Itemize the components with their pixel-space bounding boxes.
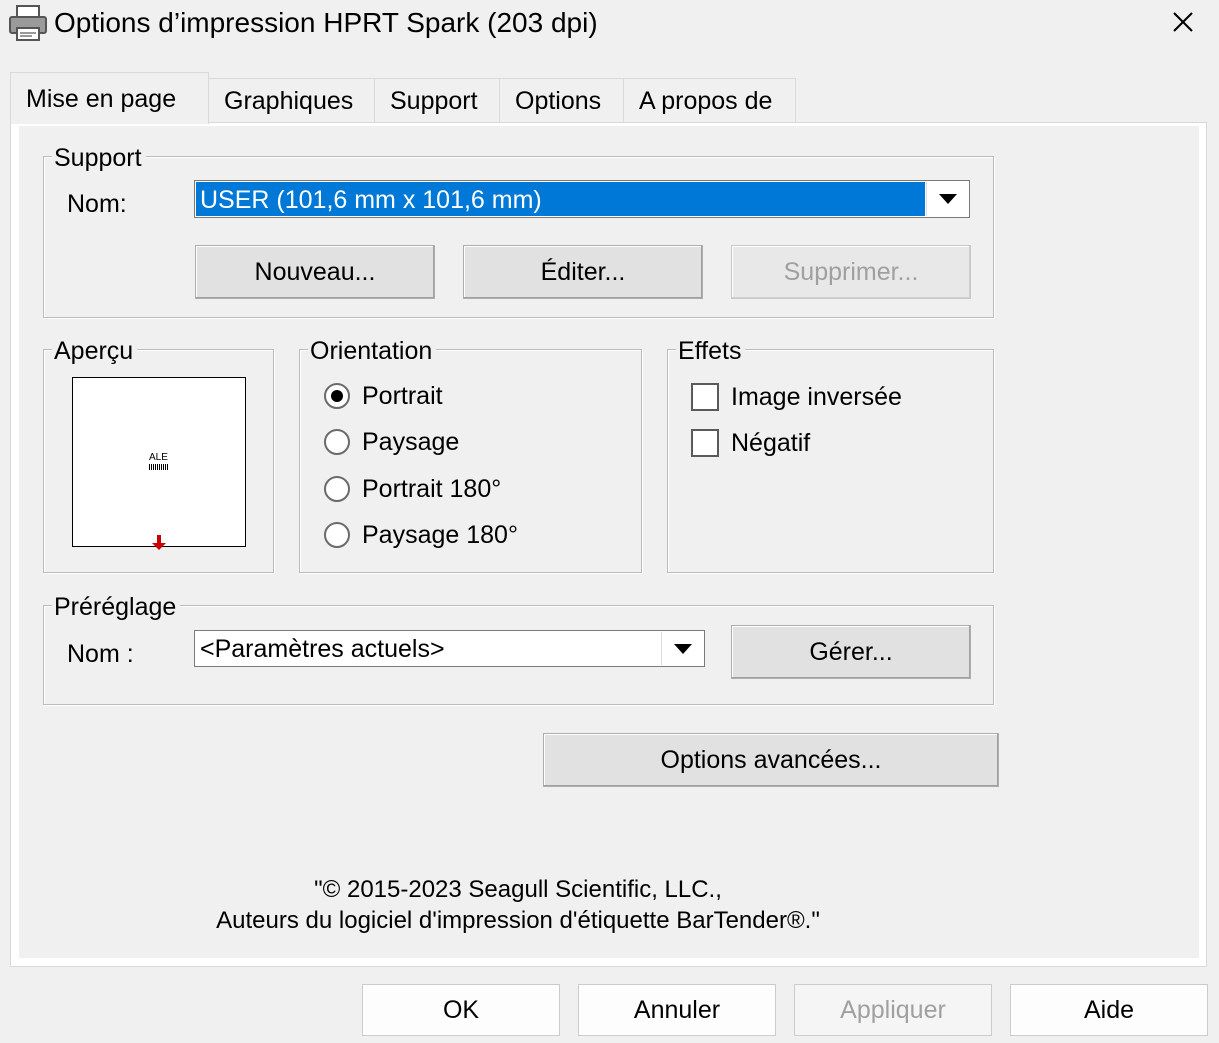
ok-button[interactable]: OK <box>362 984 560 1036</box>
radio-portrait-180[interactable]: Portrait 180° <box>324 474 501 504</box>
apply-button[interactable]: Appliquer <box>794 984 992 1036</box>
new-button[interactable]: Nouveau... <box>195 245 435 299</box>
radio-paysage-180[interactable]: Paysage 180° <box>324 520 518 550</box>
checkbox-negatif[interactable]: Négatif <box>691 428 810 458</box>
support-group-label: Support <box>52 143 146 173</box>
manage-button[interactable]: Gérer... <box>731 625 971 679</box>
tab-options[interactable]: Options <box>499 78 624 122</box>
copyright-line-2: Auteurs du logiciel d'impression d'étiqu… <box>216 907 820 934</box>
preset-name-label: Nom : <box>67 640 134 668</box>
window-title: Options d’impression HPRT Spark (203 dpi… <box>54 7 598 38</box>
radio-button[interactable] <box>324 522 350 548</box>
radio-paysage[interactable]: Paysage <box>324 427 459 457</box>
cancel-button[interactable]: Annuler <box>578 984 776 1036</box>
advanced-options-button[interactable]: Options avancées... <box>543 733 999 787</box>
preset-name-value: <Paramètres actuels> <box>200 635 445 663</box>
edit-button[interactable]: Éditer... <box>463 245 703 299</box>
support-name-value: USER (101,6 mm x 101,6 mm) <box>200 186 542 214</box>
delete-button[interactable]: Supprimer... <box>731 245 971 299</box>
orientation-group-label: Orientation <box>308 336 437 366</box>
checkbox[interactable] <box>691 383 719 411</box>
radio-portrait[interactable]: Portrait <box>324 381 443 411</box>
radio-button[interactable] <box>324 476 350 502</box>
radio-label: Paysage 180° <box>362 521 518 549</box>
preview-label-text: ALE <box>149 452 168 463</box>
radio-label: Paysage <box>362 428 460 456</box>
preset-name-combo[interactable]: <Paramètres actuels> <box>194 630 705 667</box>
support-name-label: Nom: <box>67 190 127 218</box>
chevron-down-icon[interactable] <box>661 632 704 665</box>
radio-button[interactable] <box>324 383 350 409</box>
tab-mise-en-page[interactable]: Mise en page <box>10 72 209 124</box>
help-button[interactable]: Aide <box>1010 984 1208 1036</box>
tab-graphiques[interactable]: Graphiques <box>208 78 375 122</box>
title-bar: Options d’impression HPRT Spark (203 dpi… <box>0 0 1219 50</box>
radio-label: Portrait <box>362 382 443 410</box>
radio-selected-dot <box>331 390 343 402</box>
radio-label: Portrait 180° <box>362 475 502 503</box>
checkbox-label: Image inversée <box>731 383 902 411</box>
label-preview: ALE <box>72 377 246 550</box>
preset-group-label: Préréglage <box>52 592 181 622</box>
chevron-down-icon[interactable] <box>926 182 969 216</box>
checkbox[interactable] <box>691 429 719 457</box>
tab-support[interactable]: Support <box>374 78 500 122</box>
radio-button[interactable] <box>324 429 350 455</box>
effects-group-label: Effets <box>676 336 746 366</box>
checkbox-image-inversee[interactable]: Image inversée <box>691 382 902 412</box>
tab-a-propos-de[interactable]: A propos de <box>623 78 796 122</box>
support-name-combo[interactable]: USER (101,6 mm x 101,6 mm) <box>194 180 970 218</box>
feed-direction-arrow-icon <box>152 535 166 556</box>
printer-icon <box>8 4 48 42</box>
checkbox-label: Négatif <box>731 429 811 457</box>
close-icon[interactable] <box>1160 2 1206 42</box>
copyright-line-1: "© 2015-2023 Seagull Scientific, LLC., <box>314 876 722 903</box>
preview-group-label: Aperçu <box>52 336 138 366</box>
barcode-icon <box>149 464 168 470</box>
